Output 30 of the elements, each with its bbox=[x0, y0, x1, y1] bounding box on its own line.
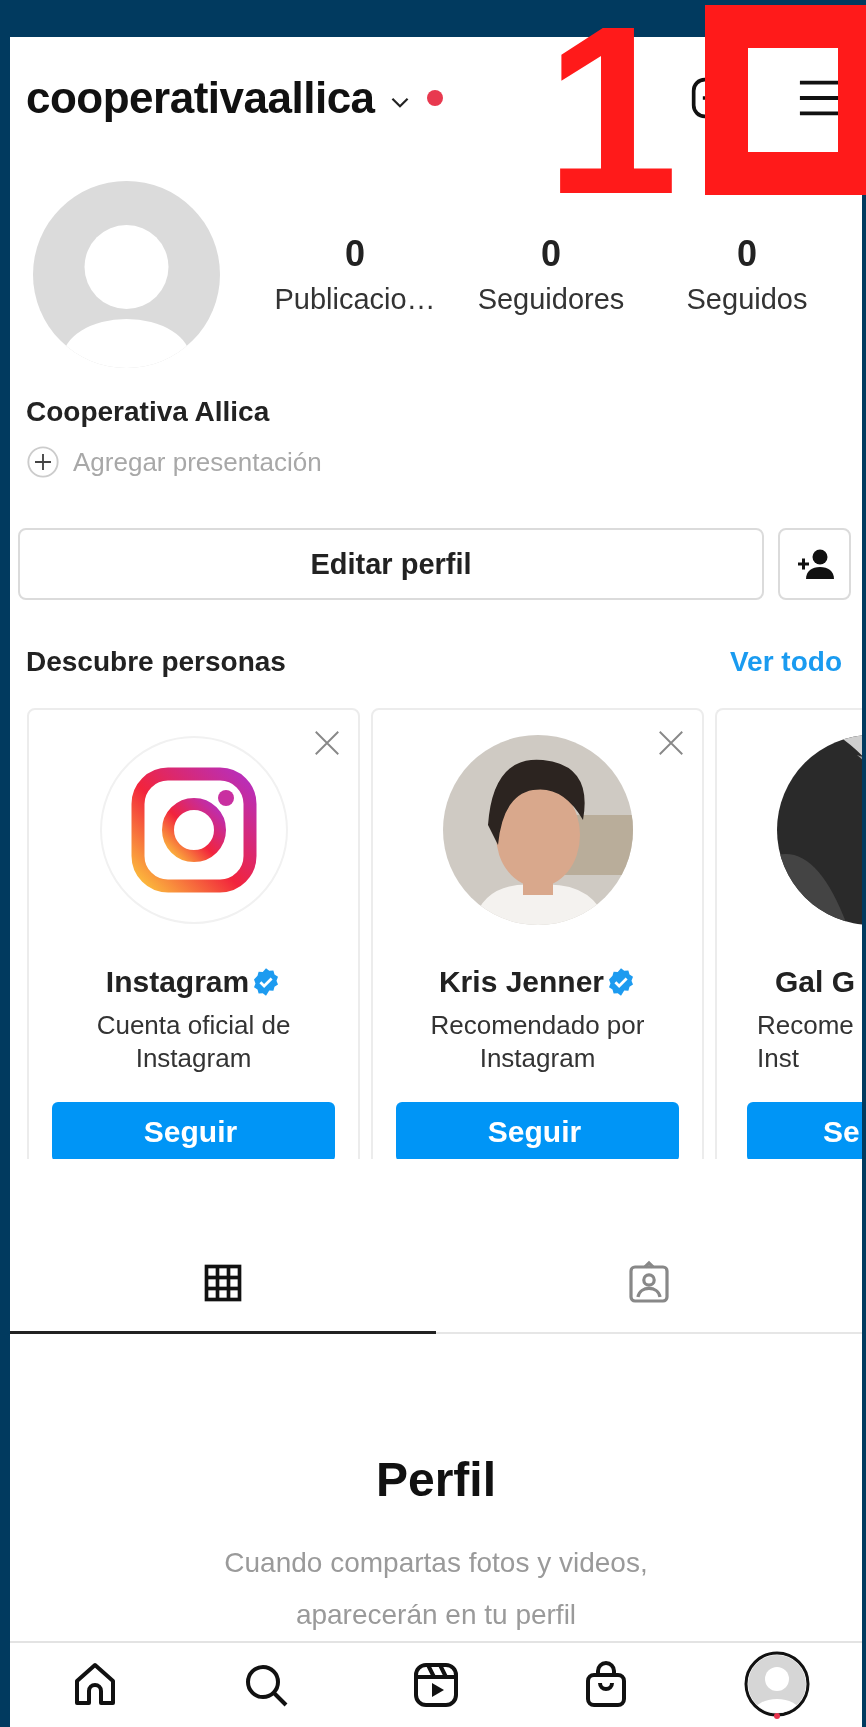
empty-title: Perfil bbox=[375, 1452, 496, 1507]
follow-button[interactable]: Se bbox=[747, 1102, 862, 1159]
suggested-name: Instagram bbox=[105, 965, 250, 1000]
stat-label[interactable]: Seguidos bbox=[686, 283, 808, 317]
follow-button[interactable]: Seguir bbox=[396, 1102, 679, 1159]
add-bio-link[interactable]: Agregar presentación bbox=[73, 446, 322, 478]
username: cooperativaallica bbox=[26, 73, 375, 124]
edit-profile-button[interactable]: Editar perfil bbox=[18, 528, 764, 601]
add-person-button[interactable] bbox=[778, 528, 851, 601]
stat-label[interactable]: Seguidores bbox=[477, 283, 625, 317]
reels-icon bbox=[411, 1661, 460, 1709]
suggestion-reason: Cuenta oficial de Instagram bbox=[96, 1009, 291, 1076]
suggested-name: Gal G bbox=[775, 965, 856, 1000]
suggested-name: Kris Jenner bbox=[438, 965, 605, 1000]
see-all-link[interactable]: Ver todo bbox=[730, 646, 842, 679]
profile-avatar-icon bbox=[742, 1651, 811, 1719]
empty-message: Cuando compartas fotos y videos, aparecerán en tu perfil bbox=[224, 1546, 648, 1632]
nav-button[interactable] bbox=[742, 1651, 811, 1719]
plus-circle-icon[interactable] bbox=[27, 446, 59, 479]
profile-name: Cooperativa Allica bbox=[25, 395, 271, 429]
stat-count: 0 bbox=[737, 233, 757, 276]
stat-label[interactable]: Publicacio… bbox=[274, 283, 436, 317]
add-person-icon bbox=[795, 548, 834, 581]
section-title: Descubre personas bbox=[26, 646, 286, 679]
suggestion-reason: Recome Inst bbox=[757, 1009, 854, 1076]
suggestion-reason: Recomendado por Instagram bbox=[430, 1009, 645, 1076]
step-number: 1 bbox=[545, 0, 679, 230]
stat-count: 0 bbox=[345, 233, 365, 276]
follow-button[interactable]: Seguir bbox=[52, 1102, 335, 1159]
stat-count: 0 bbox=[541, 233, 561, 276]
